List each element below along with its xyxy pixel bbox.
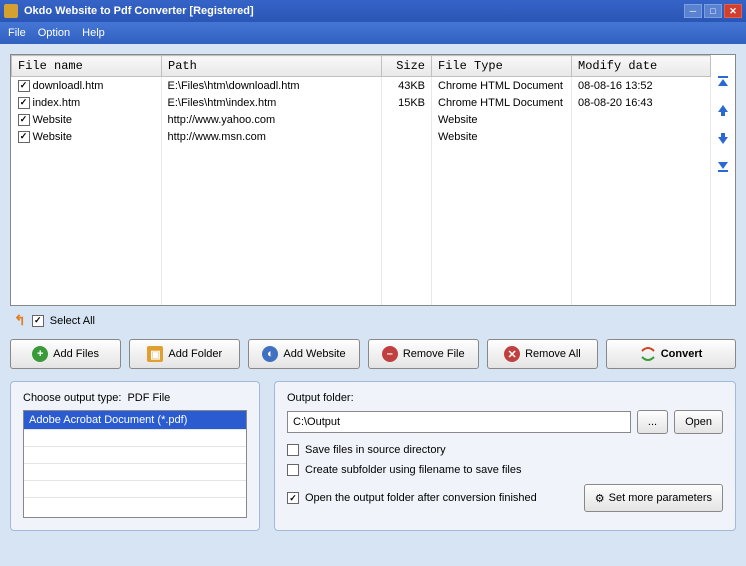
file-name: Website <box>33 114 73 126</box>
choose-output-label: Choose output type: <box>23 392 121 404</box>
create-subfolder-label: Create subfolder using filename to save … <box>305 464 521 476</box>
output-type-listbox[interactable]: Adobe Acrobat Document (*.pdf) <box>23 410 247 518</box>
add-folder-button[interactable]: ▣Add Folder <box>129 339 240 369</box>
save-source-checkbox[interactable] <box>287 444 299 456</box>
select-all-checkbox[interactable] <box>32 315 44 327</box>
folder-icon: ▣ <box>147 346 163 362</box>
convert-button[interactable]: Convert <box>606 339 736 369</box>
open-after-label: Open the output folder after conversion … <box>305 492 537 504</box>
create-subfolder-checkbox[interactable] <box>287 464 299 476</box>
file-modify <box>572 128 711 145</box>
close-button[interactable]: ✕ <box>724 4 742 18</box>
col-size[interactable]: Size <box>382 56 432 77</box>
col-filetype[interactable]: File Type <box>432 56 572 77</box>
up-level-icon[interactable]: ↰ <box>14 312 26 329</box>
file-type: Website <box>432 128 572 145</box>
col-filename[interactable]: File name <box>12 56 162 77</box>
table-row[interactable]: downloadl.htm E:\Files\htm\downloadl.htm… <box>12 77 711 95</box>
file-path: E:\Files\htm\index.htm <box>162 94 382 111</box>
row-checkbox[interactable] <box>18 80 30 92</box>
move-up-button[interactable] <box>714 101 732 119</box>
minus-icon: – <box>382 346 398 362</box>
browse-button[interactable]: ... <box>637 410 668 434</box>
window-title: Okdo Website to Pdf Converter [Registere… <box>24 5 684 17</box>
output-folder-group: Output folder: ... Open Save files in so… <box>274 381 736 531</box>
file-name: index.htm <box>33 97 81 109</box>
minimize-button[interactable]: ─ <box>684 4 702 18</box>
titlebar: Okdo Website to Pdf Converter [Registere… <box>0 0 746 22</box>
maximize-button[interactable]: □ <box>704 4 722 18</box>
remove-all-icon: ✕ <box>504 346 520 362</box>
col-path[interactable]: Path <box>162 56 382 77</box>
remove-all-button[interactable]: ✕Remove All <box>487 339 598 369</box>
row-checkbox[interactable] <box>18 131 30 143</box>
more-parameters-button[interactable]: ⚙Set more parameters <box>584 484 723 512</box>
list-item[interactable]: Adobe Acrobat Document (*.pdf) <box>24 411 246 429</box>
table-row[interactable]: Website http://www.yahoo.com Website <box>12 111 711 128</box>
file-path: E:\Files\htm\downloadl.htm <box>162 77 382 95</box>
move-bottom-button[interactable] <box>714 157 732 175</box>
file-size: 15KB <box>382 94 432 111</box>
file-modify: 08-08-20 16:43 <box>572 94 711 111</box>
output-folder-label: Output folder: <box>287 392 354 404</box>
add-files-button[interactable]: +Add Files <box>10 339 121 369</box>
output-type-group: Choose output type: PDF File Adobe Acrob… <box>10 381 260 531</box>
file-type: Chrome HTML Document <box>432 77 572 95</box>
add-website-button[interactable]: ◐Add Website <box>248 339 359 369</box>
globe-icon: ◐ <box>262 346 278 362</box>
file-name: Website <box>33 131 73 143</box>
file-size <box>382 128 432 145</box>
convert-icon <box>640 346 656 362</box>
output-folder-input[interactable] <box>287 411 631 433</box>
app-logo-icon <box>4 4 18 18</box>
col-modify[interactable]: Modify date <box>572 56 711 77</box>
file-modify <box>572 111 711 128</box>
file-type: Website <box>432 111 572 128</box>
menubar: File Option Help <box>0 22 746 44</box>
remove-file-button[interactable]: –Remove File <box>368 339 479 369</box>
file-size <box>382 111 432 128</box>
file-path: http://www.yahoo.com <box>162 111 382 128</box>
menu-help[interactable]: Help <box>82 27 105 39</box>
save-source-label: Save files in source directory <box>305 444 446 456</box>
file-name: downloadl.htm <box>33 80 104 92</box>
move-down-button[interactable] <box>714 129 732 147</box>
select-all-label: Select All <box>50 315 95 327</box>
file-size: 43KB <box>382 77 432 95</box>
row-checkbox[interactable] <box>18 114 30 126</box>
gear-icon: ⚙ <box>595 492 605 505</box>
table-row[interactable]: index.htm E:\Files\htm\index.htm 15KB Ch… <box>12 94 711 111</box>
row-checkbox[interactable] <box>18 97 30 109</box>
move-top-button[interactable] <box>714 73 732 91</box>
menu-option[interactable]: Option <box>38 27 70 39</box>
plus-icon: + <box>32 346 48 362</box>
table-header-row: File name Path Size File Type Modify dat… <box>12 56 711 77</box>
output-type-value: PDF File <box>127 392 170 404</box>
file-modify: 08-08-16 13:52 <box>572 77 711 95</box>
table-row[interactable]: Website http://www.msn.com Website <box>12 128 711 145</box>
file-path: http://www.msn.com <box>162 128 382 145</box>
file-type: Chrome HTML Document <box>432 94 572 111</box>
open-after-checkbox[interactable] <box>287 492 299 504</box>
menu-file[interactable]: File <box>8 27 26 39</box>
open-folder-button[interactable]: Open <box>674 410 723 434</box>
file-list-panel: File name Path Size File Type Modify dat… <box>10 54 736 306</box>
